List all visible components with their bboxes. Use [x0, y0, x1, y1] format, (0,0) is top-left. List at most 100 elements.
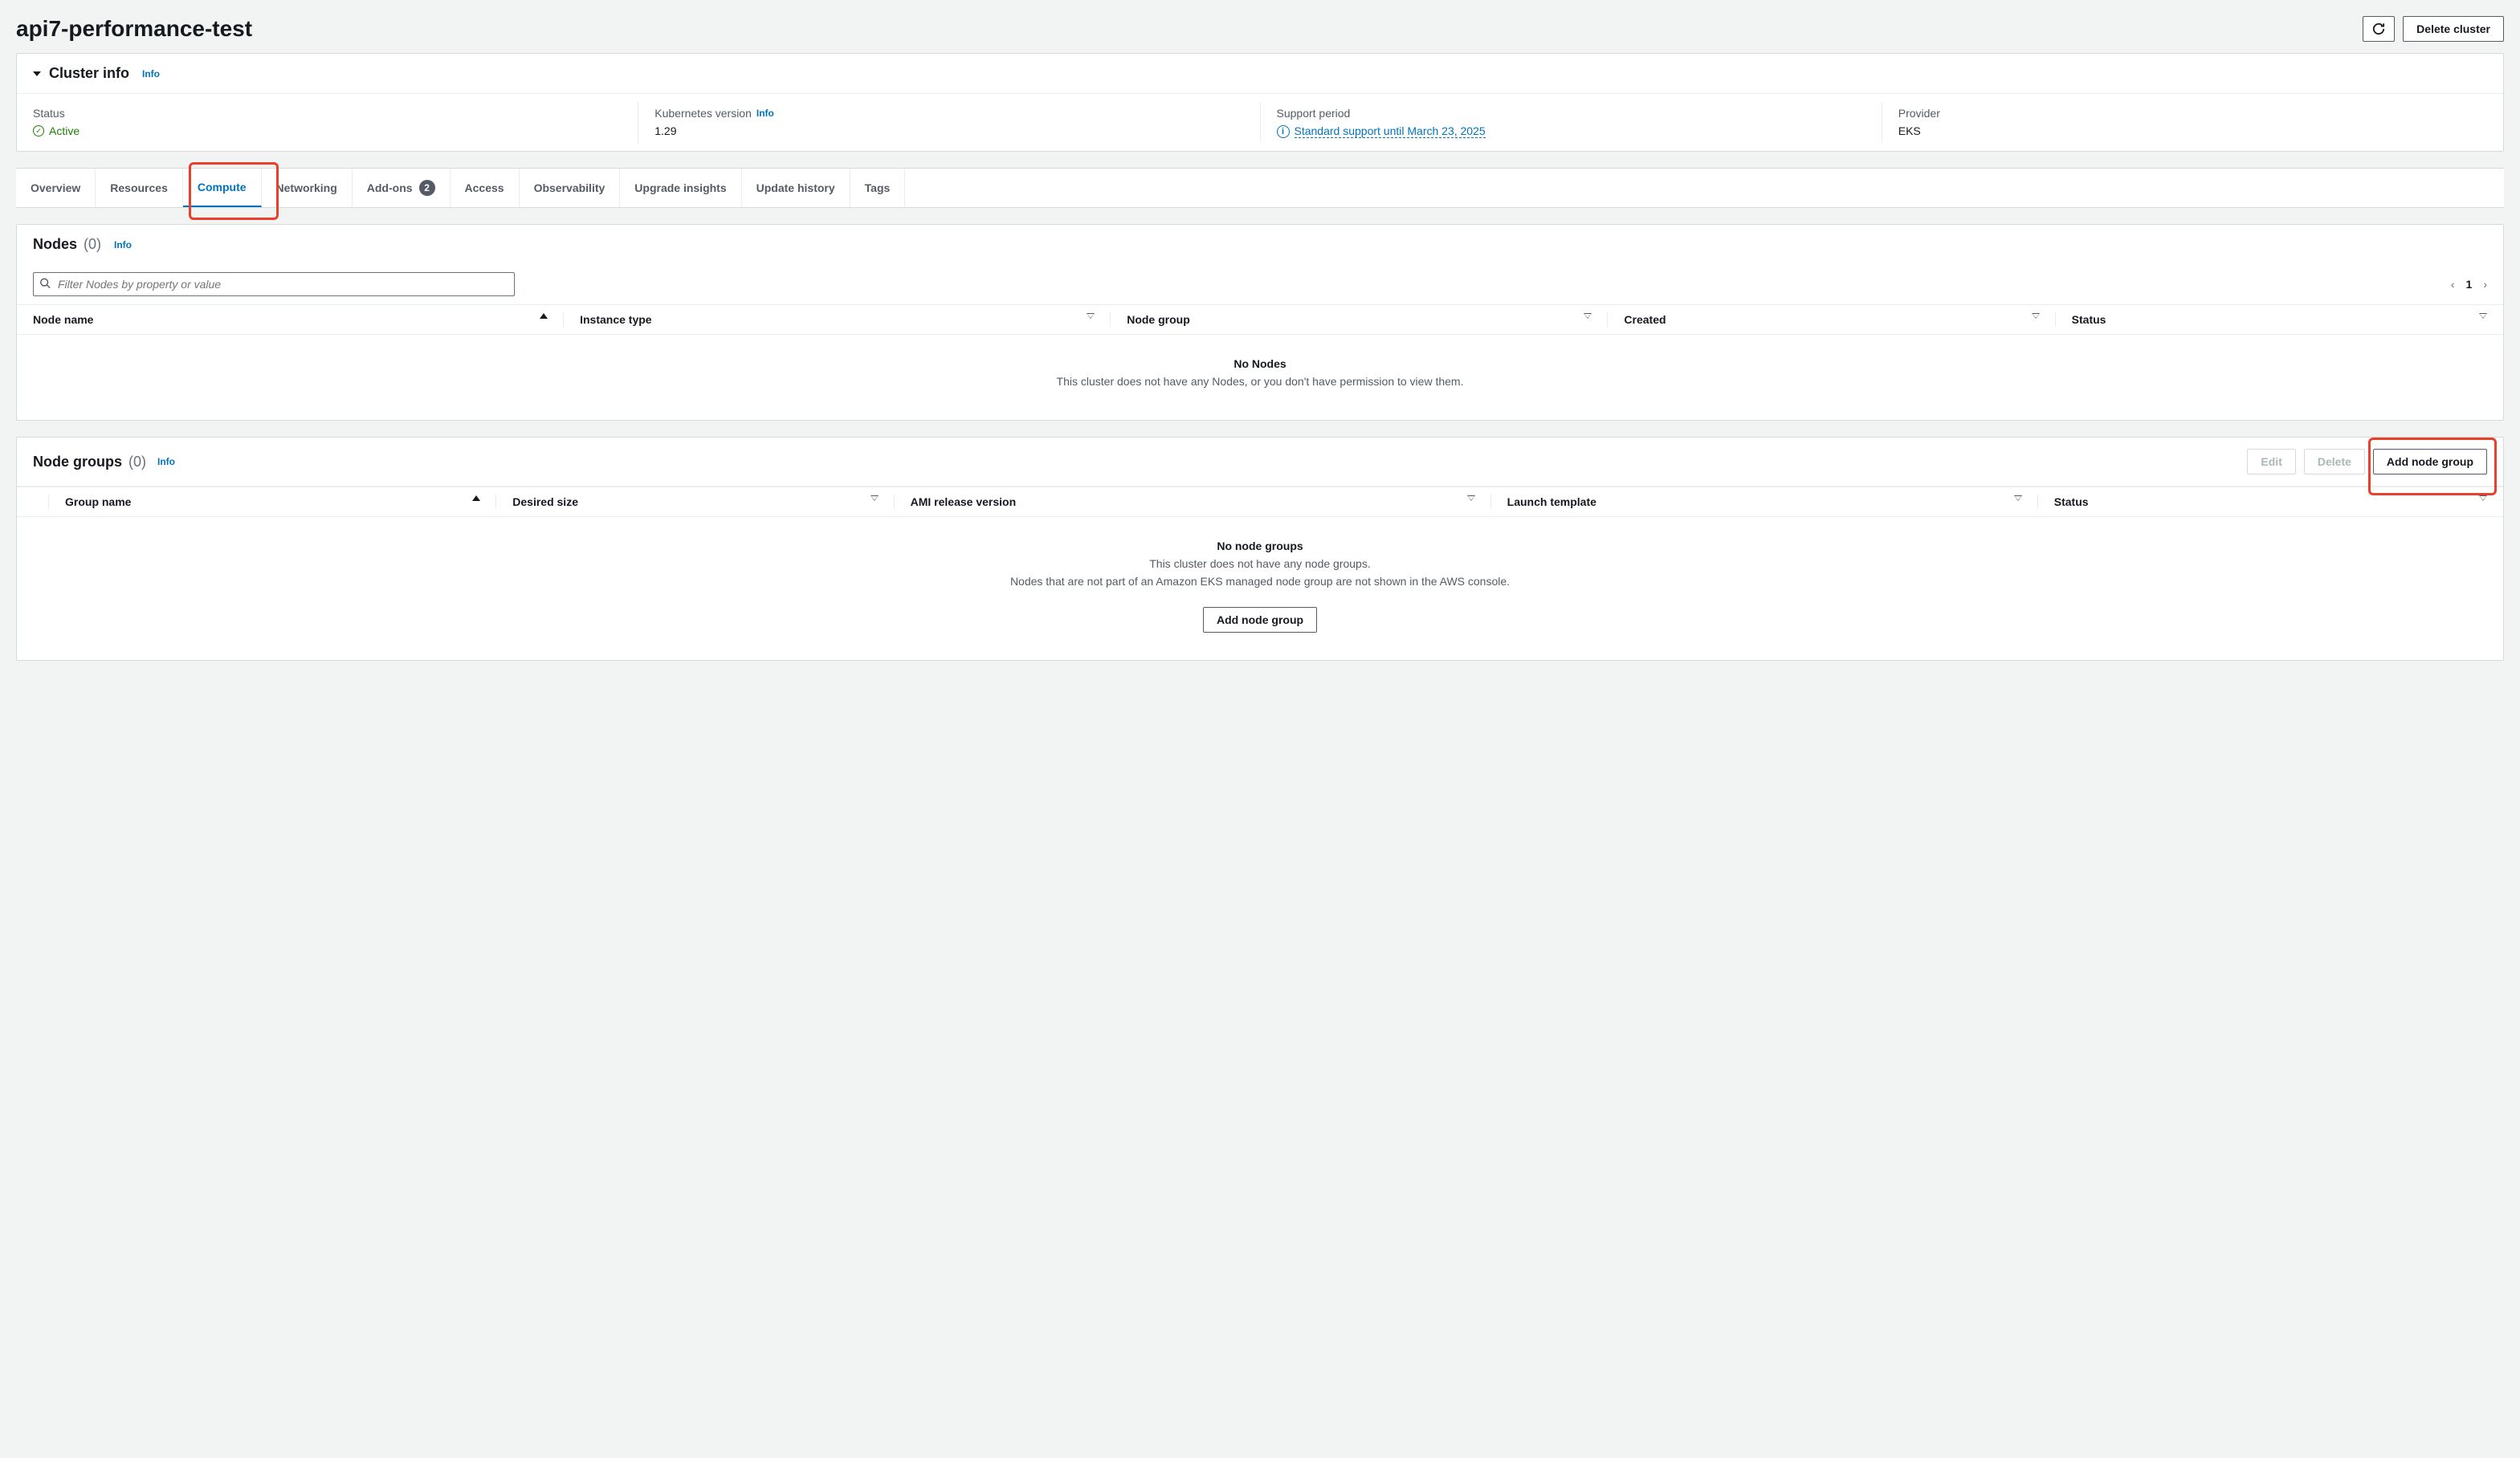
sort-icon	[1467, 495, 1475, 501]
col-status-label: Status	[2072, 313, 2106, 326]
support-link[interactable]: Standard support until March 23, 2025	[1295, 124, 1486, 138]
cluster-info-info-link[interactable]: Info	[142, 68, 160, 79]
info-icon: i	[1277, 125, 1290, 138]
cluster-info-body: Status ✓ Active Kubernetes version Info …	[17, 94, 2503, 151]
k8s-label-text: Kubernetes version	[654, 107, 752, 120]
k8s-label: Kubernetes version Info	[654, 107, 1243, 120]
col-launch-template[interactable]: Launch template	[1491, 487, 2038, 517]
nodes-empty-title: No Nodes	[33, 357, 2487, 370]
col-ng-status-label: Status	[2054, 495, 2089, 508]
node-groups-title: Node groups (0)	[33, 454, 146, 470]
page-number: 1	[2466, 278, 2473, 291]
status-text: Active	[49, 124, 80, 137]
cluster-info-title: Cluster info	[49, 65, 129, 82]
node-groups-header: Node groups (0) Info Edit Delete Add nod…	[17, 438, 2503, 487]
sort-icon	[871, 495, 879, 501]
nodes-search-wrap	[33, 272, 515, 296]
nodes-info-link[interactable]: Info	[114, 239, 132, 250]
addons-count-badge: 2	[419, 180, 435, 196]
node-groups-count: (0)	[128, 454, 146, 470]
provider-label: Provider	[1898, 107, 2487, 120]
provider-col: Provider EKS	[1882, 102, 2503, 143]
cluster-info-header[interactable]: Cluster info Info	[17, 54, 2503, 94]
delete-node-group-button[interactable]: Delete	[2304, 449, 2365, 474]
tab-upgrade-insights[interactable]: Upgrade insights	[620, 169, 741, 207]
support-label: Support period	[1277, 107, 1866, 120]
sort-icon	[1584, 313, 1592, 319]
cluster-info-panel: Cluster info Info Status ✓ Active Kubern…	[16, 53, 2504, 152]
nodes-empty-state: No Nodes This cluster does not have any …	[17, 335, 2503, 420]
col-ami[interactable]: AMI release version	[895, 487, 1491, 517]
nodes-paginator: ‹ 1 ›	[2451, 278, 2487, 291]
col-instance-type[interactable]: Instance type	[564, 305, 1111, 335]
col-launch-template-label: Launch template	[1507, 495, 1596, 508]
k8s-value: 1.29	[654, 124, 1243, 137]
status-value: ✓ Active	[33, 124, 622, 137]
tab-addons-label: Add-ons	[367, 181, 413, 194]
col-desired-size-label: Desired size	[512, 495, 578, 508]
node-groups-panel: Node groups (0) Info Edit Delete Add nod…	[16, 437, 2504, 661]
sort-icon	[2479, 313, 2487, 319]
nodes-title: Nodes (0)	[33, 236, 101, 253]
tab-networking[interactable]: Networking	[262, 169, 353, 207]
k8s-info-link[interactable]: Info	[756, 108, 774, 119]
node-groups-empty-state: No node groups This cluster does not hav…	[17, 517, 2503, 660]
sort-asc-icon	[540, 313, 548, 319]
ng-empty-sub2: Nodes that are not part of an Amazon EKS…	[33, 575, 2487, 588]
nodes-empty-sub: This cluster does not have any Nodes, or…	[33, 375, 2487, 388]
node-groups-info-link[interactable]: Info	[157, 456, 175, 467]
next-page-button[interactable]: ›	[2483, 278, 2487, 291]
tab-observability[interactable]: Observability	[520, 169, 621, 207]
nodes-header: Nodes (0) Info	[17, 225, 2503, 264]
sort-icon	[2032, 313, 2040, 319]
node-groups-heading-text: Node groups	[33, 454, 122, 470]
support-col: Support period i Standard support until …	[1260, 102, 1882, 143]
col-ami-label: AMI release version	[911, 495, 1017, 508]
col-group-name[interactable]: Group name	[49, 487, 496, 517]
search-icon	[39, 278, 51, 291]
check-circle-icon: ✓	[33, 125, 44, 136]
edit-node-group-button[interactable]: Edit	[2247, 449, 2295, 474]
refresh-button[interactable]	[2363, 16, 2395, 42]
add-node-group-empty-button[interactable]: Add node group	[1203, 607, 1317, 633]
header-actions: Delete cluster	[2363, 16, 2504, 42]
ng-empty-sub1: This cluster does not have any node grou…	[33, 557, 2487, 570]
sort-icon	[2479, 495, 2487, 501]
k8s-col: Kubernetes version Info 1.29	[638, 102, 1259, 143]
tab-tags[interactable]: Tags	[850, 169, 906, 207]
col-created[interactable]: Created	[1608, 305, 2055, 335]
col-desired-size[interactable]: Desired size	[496, 487, 894, 517]
tab-access[interactable]: Access	[451, 169, 520, 207]
nodes-count: (0)	[84, 236, 101, 253]
nodes-toolbar: ‹ 1 ›	[17, 264, 2503, 304]
nodes-table: Node name Instance type Node group Creat…	[17, 304, 2503, 335]
add-node-group-button[interactable]: Add node group	[2373, 449, 2487, 474]
col-node-name[interactable]: Node name	[17, 305, 564, 335]
col-group-name-label: Group name	[65, 495, 131, 508]
tab-resources[interactable]: Resources	[96, 169, 183, 207]
prev-page-button[interactable]: ‹	[2451, 278, 2455, 291]
col-select	[17, 487, 49, 517]
node-groups-table: Group name Desired size AMI release vers…	[17, 487, 2503, 517]
col-node-name-label: Node name	[33, 313, 93, 326]
delete-cluster-button[interactable]: Delete cluster	[2403, 16, 2504, 42]
support-value-row: i Standard support until March 23, 2025	[1277, 124, 1866, 138]
page-title: api7-performance-test	[16, 16, 252, 42]
tab-addons[interactable]: Add-ons 2	[353, 169, 451, 207]
status-label: Status	[33, 107, 622, 120]
col-ng-status[interactable]: Status	[2038, 487, 2503, 517]
col-status[interactable]: Status	[2056, 305, 2503, 335]
col-instance-type-label: Instance type	[580, 313, 651, 326]
page-header: api7-performance-test Delete cluster	[16, 16, 2504, 42]
node-groups-actions: Edit Delete Add node group	[2247, 449, 2487, 474]
tab-overview[interactable]: Overview	[16, 169, 96, 207]
col-node-group[interactable]: Node group	[1111, 305, 1608, 335]
status-col: Status ✓ Active	[17, 102, 638, 143]
nodes-filter-input[interactable]	[33, 272, 515, 296]
tab-compute[interactable]: Compute	[183, 169, 262, 207]
tab-update-history[interactable]: Update history	[742, 169, 850, 207]
provider-value: EKS	[1898, 124, 2487, 137]
chevron-down-icon	[33, 71, 41, 76]
sort-icon	[1087, 313, 1095, 319]
sort-asc-icon	[472, 495, 480, 501]
